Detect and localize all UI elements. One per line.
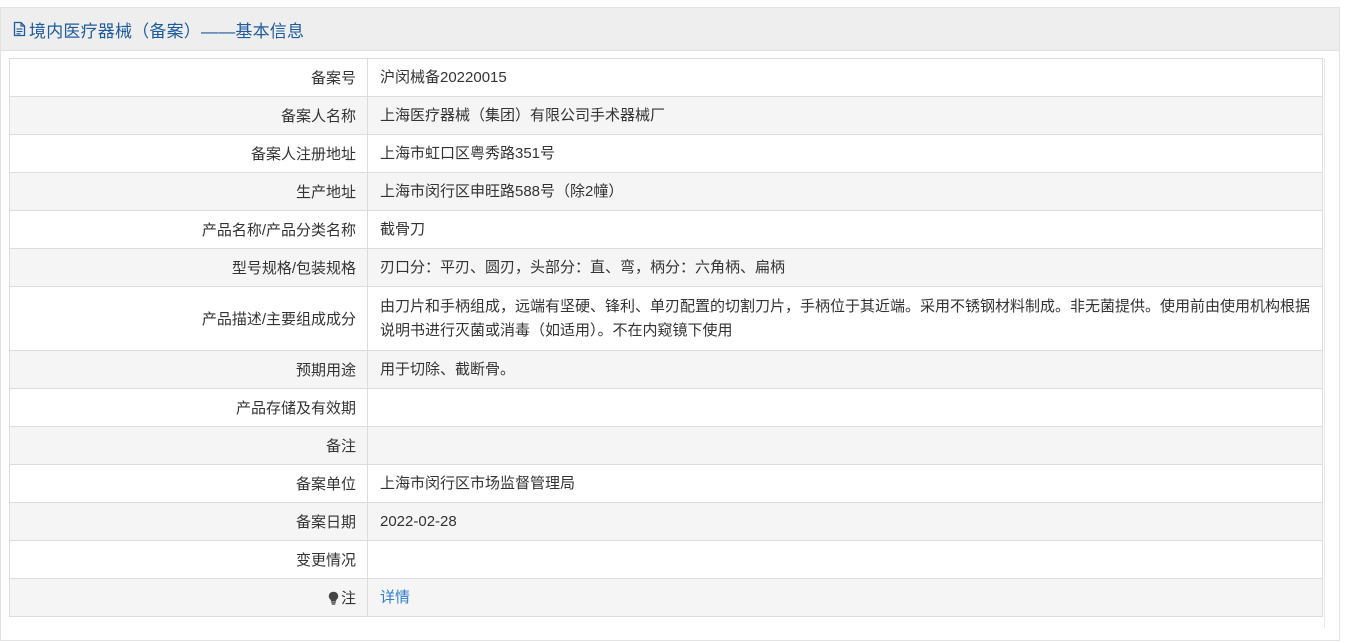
row-value-model-spec: 刃口分：平刃、圆刃，头部分：直、弯，柄分：六角柄、扁柄 xyxy=(367,248,1323,287)
row-label-filing-number: 备案号 xyxy=(9,58,368,97)
table-row: 产品存储及有效期 xyxy=(9,388,1323,427)
row-label-storage-validity: 产品存储及有效期 xyxy=(9,388,368,427)
row-value-storage-validity xyxy=(367,388,1323,427)
row-value-product-description: 由刀片和手柄组成，远端有坚硬、锋利、单刃配置的切割刀片，手柄位于其近端。采用不锈… xyxy=(367,286,1323,351)
table-row: 产品描述/主要组成成分 由刀片和手柄组成，远端有坚硬、锋利、单刃配置的切割刀片，… xyxy=(9,286,1323,351)
row-label-filer-name: 备案人名称 xyxy=(9,96,368,135)
row-label-change-status: 变更情况 xyxy=(9,540,368,579)
page-title: 境内医疗器械（备案）——基本信息 xyxy=(29,21,305,41)
row-value-production-address: 上海市闵行区申旺路588号（除2幢） xyxy=(367,172,1323,211)
table-row: 变更情况 xyxy=(9,540,1323,579)
table-row: 备案人注册地址 上海市虹口区粤秀路351号 xyxy=(9,134,1323,173)
row-label-production-address: 生产地址 xyxy=(9,172,368,211)
document-icon xyxy=(13,21,26,37)
table-row: 型号规格/包装规格 刃口分：平刃、圆刃，头部分：直、弯，柄分：六角柄、扁柄 xyxy=(9,248,1323,287)
row-label-remarks: 备注 xyxy=(9,426,368,465)
table-row: 产品名称/产品分类名称 截骨刀 xyxy=(9,210,1323,249)
row-label-registered-address: 备案人注册地址 xyxy=(9,134,368,173)
row-label-model-spec: 型号规格/包装规格 xyxy=(9,248,368,287)
row-value-filing-number: 沪闵械备20220015 xyxy=(367,58,1323,97)
row-value-filing-unit: 上海市闵行区市场监督管理局 xyxy=(367,464,1323,503)
lightbulb-icon xyxy=(328,591,339,605)
table-row: 备注 xyxy=(9,426,1323,465)
panel-header: 境内医疗器械（备案）——基本信息 xyxy=(1,8,1339,51)
row-label-intended-use: 预期用途 xyxy=(9,350,368,389)
basic-info-table: 备案号 沪闵械备20220015 备案人名称 上海医疗器械（集团）有限公司手术器… xyxy=(9,58,1323,617)
table-right-edge xyxy=(1324,58,1325,628)
row-value-product-name: 截骨刀 xyxy=(367,210,1323,249)
table-row: 注 详情 xyxy=(9,578,1323,617)
row-value-filing-date: 2022-02-28 xyxy=(367,502,1323,541)
row-value-intended-use: 用于切除、截断骨。 xyxy=(367,350,1323,389)
table-row: 预期用途 用于切除、截断骨。 xyxy=(9,350,1323,389)
row-label-filing-date: 备案日期 xyxy=(9,502,368,541)
table-row: 备案单位 上海市闵行区市场监督管理局 xyxy=(9,464,1323,503)
table-row: 备案号 沪闵械备20220015 xyxy=(9,58,1323,97)
row-value-registered-address: 上海市虹口区粤秀路351号 xyxy=(367,134,1323,173)
row-value-filer-name: 上海医疗器械（集团）有限公司手术器械厂 xyxy=(367,96,1323,135)
row-label-filing-unit: 备案单位 xyxy=(9,464,368,503)
row-value-note: 详情 xyxy=(367,578,1323,617)
row-value-remarks xyxy=(367,426,1323,465)
row-label-product-name: 产品名称/产品分类名称 xyxy=(9,210,368,249)
details-link[interactable]: 详情 xyxy=(380,589,410,606)
table-row: 备案人名称 上海医疗器械（集团）有限公司手术器械厂 xyxy=(9,96,1323,135)
row-label-product-description: 产品描述/主要组成成分 xyxy=(9,286,368,351)
table-row: 生产地址 上海市闵行区申旺路588号（除2幢） xyxy=(9,172,1323,211)
table-row: 备案日期 2022-02-28 xyxy=(9,502,1323,541)
row-label-note: 注 xyxy=(9,578,368,617)
row-value-change-status xyxy=(367,540,1323,579)
note-label: 注 xyxy=(340,590,356,607)
